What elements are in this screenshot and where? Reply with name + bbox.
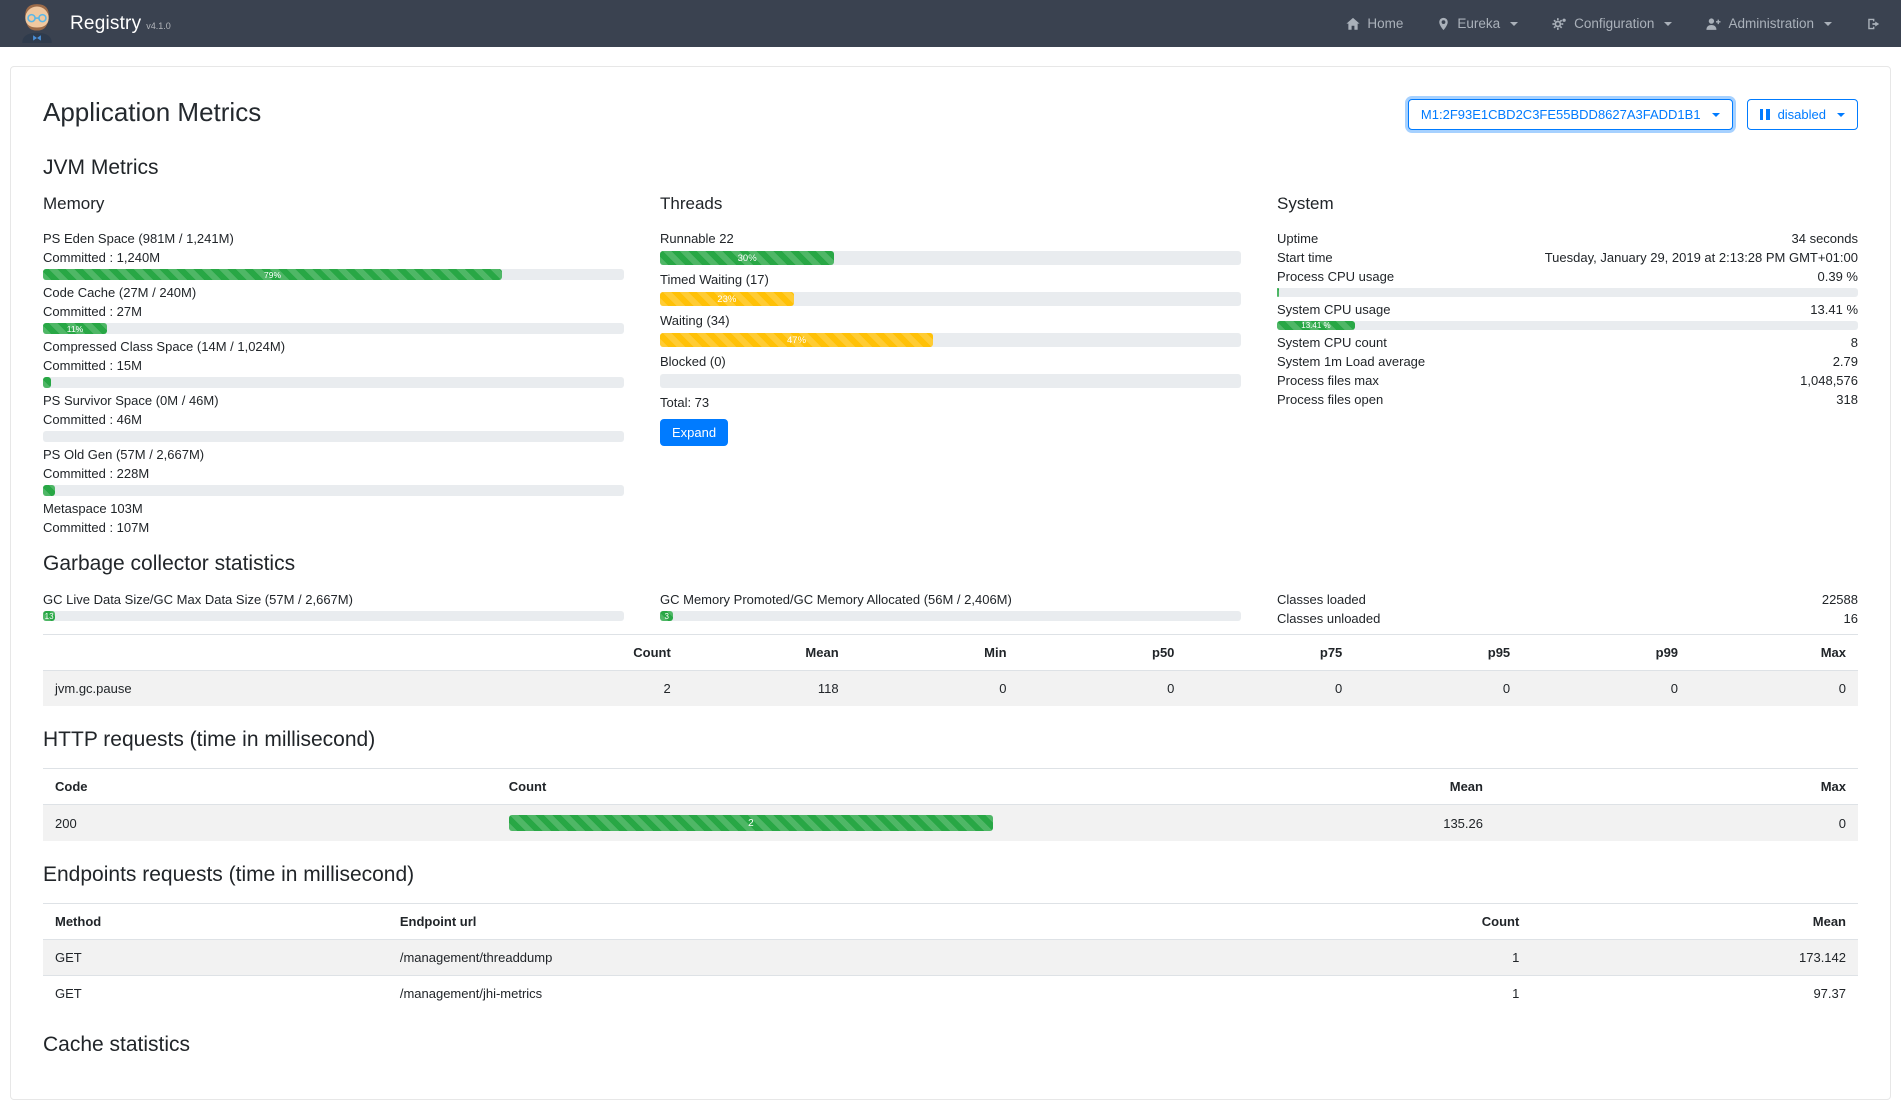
thread-item: Blocked (0): [660, 352, 1241, 388]
main-panel: Application Metrics M1:2F93E1CBD2C3FE55B…: [10, 66, 1891, 1100]
gc-heading: Garbage collector statistics: [43, 552, 1858, 576]
progress-bar: [43, 431, 624, 442]
http-requests-heading: HTTP requests (time in millisecond): [43, 728, 1858, 752]
home-icon: [1346, 17, 1360, 31]
progress-bar: 23%: [660, 292, 1241, 306]
gc-pause-table: Count Mean Min p50 p75 p95 p99 Max jvm.g…: [43, 634, 1858, 706]
expand-button[interactable]: Expand: [660, 419, 728, 446]
progress-bar: 30%: [660, 251, 1241, 265]
progress-bar: 47%: [660, 333, 1241, 347]
memory-item: Metaspace 103M Committed : 107M: [43, 499, 624, 537]
cache-statistics-heading: Cache statistics: [43, 1033, 1858, 1057]
endpoints-requests-heading: Endpoints requests (time in millisecond): [43, 863, 1858, 887]
thread-item: Timed Waiting (17) 23%: [660, 270, 1241, 306]
progress-bar: 13: [43, 611, 624, 621]
brand-title: Registry: [70, 13, 141, 34]
gc-table-header-row: Count Mean Min p50 p75 p95 p99 Max: [43, 635, 1858, 671]
memory-item: PS Survivor Space (0M / 46M) Committed :…: [43, 391, 624, 442]
nav-item-home[interactable]: Home: [1346, 16, 1403, 31]
progress-bar: [43, 377, 624, 388]
map-marker-icon: [1437, 17, 1450, 31]
progress-bar: 79%: [43, 269, 624, 280]
progress-bar: [660, 374, 1241, 388]
memory-item: PS Old Gen (57M / 2,667M) Committed : 22…: [43, 445, 624, 496]
nav-item-configuration[interactable]: Configuration: [1552, 16, 1672, 31]
sign-out-button[interactable]: [1866, 17, 1881, 31]
threads-total: Total: 73: [660, 393, 1241, 412]
gc-live-data: GC Live Data Size/GC Max Data Size (57M …: [43, 590, 624, 628]
memory-column: Memory PS Eden Space (981M / 1,241M) Com…: [43, 194, 624, 538]
caret-down-icon: [1712, 113, 1720, 117]
caret-down-icon: [1664, 22, 1672, 26]
page-title: Application Metrics: [43, 95, 261, 129]
progress-bar: 3: [660, 611, 1241, 621]
system-row: Process CPU usage 0.39 %: [1277, 267, 1858, 286]
nav-item-eureka[interactable]: Eureka: [1437, 16, 1518, 31]
system-row: Uptime 34 seconds: [1277, 229, 1858, 248]
system-row: System CPU usage 13.41 %: [1277, 300, 1858, 319]
gc-promoted: GC Memory Promoted/GC Memory Allocated (…: [660, 590, 1241, 628]
brand-version: v4.1.0: [146, 21, 171, 31]
table-row: GET /management/jhi-metrics 1 97.37: [43, 976, 1858, 1012]
memory-item: Compressed Class Space (14M / 1,024M) Co…: [43, 337, 624, 388]
memory-item: PS Eden Space (981M / 1,241M) Committed …: [43, 229, 624, 280]
brand[interactable]: Registry v4.1.0: [18, 1, 171, 46]
memory-item: Code Cache (27M / 240M) Committed : 27M …: [43, 283, 624, 334]
nav-menu: Home Eureka: [1346, 16, 1881, 31]
memory-heading: Memory: [43, 194, 624, 214]
user-plus-icon: [1706, 17, 1721, 31]
system-row: Process files open 318: [1277, 390, 1858, 409]
caret-down-icon: [1837, 113, 1845, 117]
jvm-metrics-heading: JVM Metrics: [43, 156, 1858, 180]
system-row: System 1m Load average 2.79: [1277, 352, 1858, 371]
caret-down-icon: [1824, 22, 1832, 26]
navbar: Registry v4.1.0 Home Eureka: [0, 0, 1901, 47]
endpoints-table-header-row: Method Endpoint url Count Mean: [43, 904, 1858, 940]
progress-bar: [43, 485, 624, 496]
table-row: 200 2 135.26 0: [43, 805, 1858, 842]
system-heading: System: [1277, 194, 1858, 214]
nav-item-administration[interactable]: Administration: [1706, 16, 1832, 31]
progress-bar: 13.41 %: [1277, 321, 1858, 330]
http-requests-table: Code Count Mean Max 200 2 135.26 0: [43, 768, 1858, 841]
sign-out-icon: [1866, 17, 1881, 31]
progress-bar: 11%: [43, 323, 624, 334]
threads-column: Threads Runnable 22 30% Timed Waiting (1…: [660, 194, 1241, 538]
progress-bar: 2: [509, 815, 993, 831]
gears-icon: [1552, 17, 1567, 31]
progress-bar: [1277, 288, 1858, 297]
thread-item: Runnable 22 30%: [660, 229, 1241, 265]
system-row: Process files max 1,048,576: [1277, 371, 1858, 390]
classes-loaded-row: Classes loaded 22588: [1277, 590, 1858, 609]
table-row: jvm.gc.pause 2 118 0 0 0 0 0 0: [43, 671, 1858, 707]
http-table-header-row: Code Count Mean Max: [43, 769, 1858, 805]
endpoints-requests-table: Method Endpoint url Count Mean GET /mana…: [43, 903, 1858, 1011]
system-row: Start time Tuesday, January 29, 2019 at …: [1277, 248, 1858, 267]
pause-icon: [1760, 109, 1770, 120]
caret-down-icon: [1510, 22, 1518, 26]
jhipster-logo-icon: [18, 1, 56, 46]
thread-item: Waiting (34) 47%: [660, 311, 1241, 347]
threads-heading: Threads: [660, 194, 1241, 214]
system-column: System Uptime 34 seconds Start time Tues…: [1277, 194, 1858, 538]
table-row: GET /management/threaddump 1 173.142: [43, 940, 1858, 976]
gc-classes: Classes loaded 22588 Classes unloaded 16: [1277, 590, 1858, 628]
refresh-toggle-dropdown[interactable]: disabled: [1747, 99, 1858, 130]
system-row: System CPU count 8: [1277, 333, 1858, 352]
instance-selector-dropdown[interactable]: M1:2F93E1CBD2C3FE55BDD8627A3FADD1B1: [1408, 99, 1733, 130]
classes-unloaded-row: Classes unloaded 16: [1277, 609, 1858, 628]
